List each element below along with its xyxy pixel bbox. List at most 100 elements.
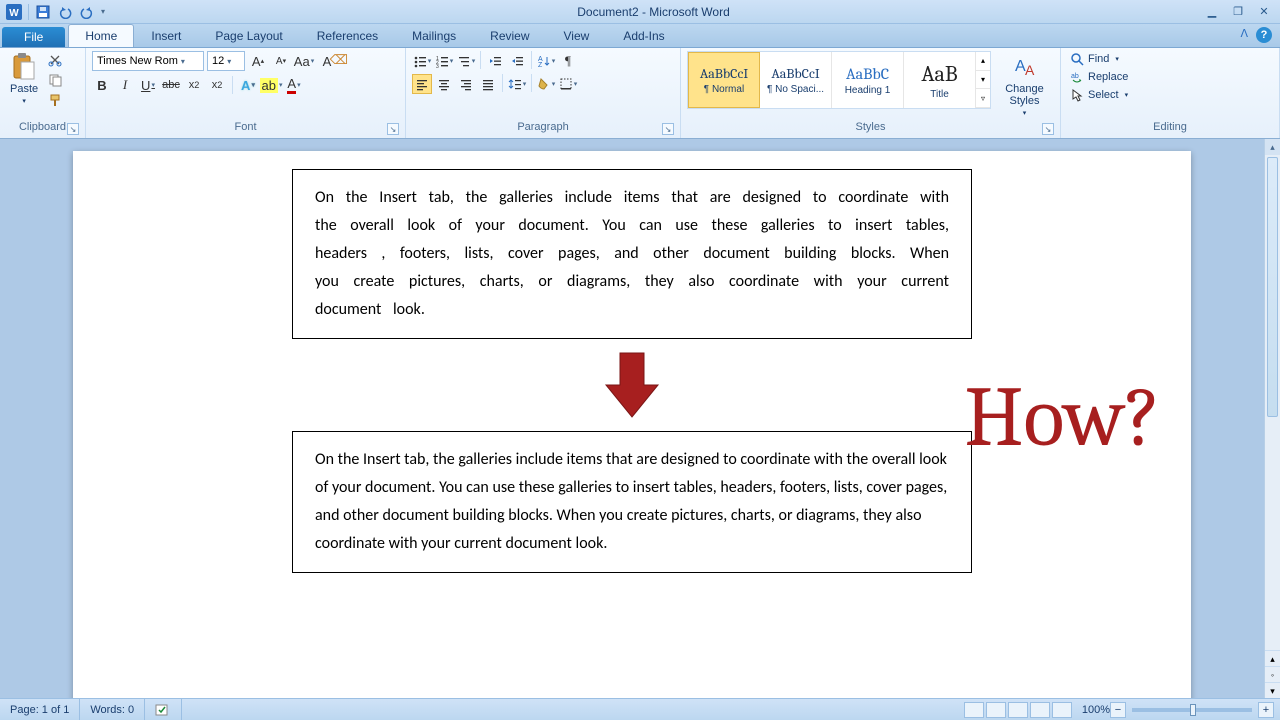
multilevel-list-button[interactable] bbox=[456, 51, 476, 71]
paste-button[interactable]: Paste ▾ bbox=[6, 51, 42, 107]
numbering-button[interactable]: 123 bbox=[434, 51, 454, 71]
svg-text:A: A bbox=[1025, 62, 1035, 78]
tab-references[interactable]: References bbox=[300, 24, 395, 47]
status-words[interactable]: Words: 0 bbox=[80, 699, 145, 720]
redo-icon[interactable] bbox=[79, 4, 95, 20]
shrink-font-button[interactable]: A▾ bbox=[271, 51, 291, 71]
align-left-button[interactable] bbox=[412, 74, 432, 94]
undo-icon[interactable] bbox=[57, 4, 73, 20]
justify-button[interactable] bbox=[478, 74, 498, 94]
tab-mailings[interactable]: Mailings bbox=[395, 24, 473, 47]
editing-group-label: Editing bbox=[1067, 120, 1273, 136]
show-marks-button[interactable]: ¶ bbox=[558, 51, 578, 71]
outline-view[interactable] bbox=[1030, 702, 1050, 718]
down-arrow-shape bbox=[602, 349, 662, 421]
gallery-up[interactable]: ▴ bbox=[976, 52, 990, 71]
tab-review[interactable]: Review bbox=[473, 24, 546, 47]
replace-icon: ab bbox=[1070, 70, 1084, 84]
subscript-button[interactable]: x2 bbox=[184, 75, 204, 95]
status-page[interactable]: Page: 1 of 1 bbox=[0, 699, 80, 720]
zoom-in-button[interactable]: + bbox=[1258, 702, 1274, 718]
bullets-button[interactable] bbox=[412, 51, 432, 71]
font-name-combo[interactable]: Times New Rom▾ bbox=[92, 51, 204, 71]
word-app-icon: W bbox=[6, 4, 22, 20]
browse-object-button[interactable]: ◦ bbox=[1265, 666, 1280, 682]
underline-button[interactable]: U bbox=[138, 75, 158, 95]
decrease-indent-button[interactable] bbox=[485, 51, 505, 71]
styles-launcher[interactable]: ↘ bbox=[1042, 123, 1054, 135]
cut-icon[interactable] bbox=[46, 51, 64, 69]
align-center-button[interactable] bbox=[434, 74, 454, 94]
scroll-up-button[interactable]: ▴ bbox=[1265, 139, 1280, 155]
vertical-scrollbar[interactable]: ▴ ▴ ◦ ▾ bbox=[1264, 139, 1280, 698]
zoom-out-button[interactable]: − bbox=[1110, 702, 1126, 718]
print-layout-view[interactable] bbox=[964, 702, 984, 718]
prev-page-button[interactable]: ▴ bbox=[1265, 650, 1280, 666]
tab-page-layout[interactable]: Page Layout bbox=[198, 24, 299, 47]
close-button[interactable]: ✕ bbox=[1256, 5, 1272, 19]
minimize-ribbon-icon[interactable]: ᐱ bbox=[1240, 27, 1248, 43]
clipboard-group-label: Clipboard↘ bbox=[6, 120, 79, 136]
bold-button[interactable]: B bbox=[92, 75, 112, 95]
document-area[interactable]: On the Insert tab, the galleries include… bbox=[0, 139, 1264, 698]
font-group-label: Font↘ bbox=[92, 120, 399, 136]
svg-text:Z: Z bbox=[538, 62, 543, 68]
style-normal[interactable]: AaBbCcI¶ Normal bbox=[688, 52, 760, 108]
font-color-button[interactable]: A bbox=[284, 75, 304, 95]
font-launcher[interactable]: ↘ bbox=[387, 123, 399, 135]
minimize-button[interactable]: ▁ bbox=[1204, 5, 1220, 19]
grow-font-button[interactable]: A▴ bbox=[248, 51, 268, 71]
web-layout-view[interactable] bbox=[1008, 702, 1028, 718]
styles-gallery[interactable]: AaBbCcI¶ Normal AaBbCcI¶ No Spaci... AaB… bbox=[687, 51, 991, 109]
style-no-spacing[interactable]: AaBbCcI¶ No Spaci... bbox=[760, 52, 832, 108]
replace-button[interactable]: abReplace bbox=[1067, 69, 1131, 85]
clear-formatting-button[interactable]: A⌫ bbox=[317, 51, 337, 71]
tab-add-ins[interactable]: Add-Ins bbox=[606, 24, 681, 47]
align-right-button[interactable] bbox=[456, 74, 476, 94]
sort-button[interactable]: AZ bbox=[536, 51, 556, 71]
overlay-how-text: How? bbox=[964, 369, 1161, 467]
text-effects-button[interactable]: A bbox=[238, 75, 258, 95]
superscript-button[interactable]: x2 bbox=[207, 75, 227, 95]
borders-button[interactable] bbox=[558, 74, 578, 94]
zoom-level[interactable]: 100% bbox=[1082, 704, 1110, 716]
svg-text:ab: ab bbox=[1071, 73, 1079, 80]
clipboard-launcher[interactable]: ↘ bbox=[67, 123, 79, 135]
style-heading1[interactable]: AaBbCHeading 1 bbox=[832, 52, 904, 108]
copy-icon[interactable] bbox=[46, 71, 64, 89]
gallery-more[interactable]: ▿ bbox=[976, 89, 990, 108]
paragraph-launcher[interactable]: ↘ bbox=[662, 123, 674, 135]
paragraph-group-label: Paragraph↘ bbox=[412, 120, 674, 136]
highlight-button[interactable]: ab bbox=[261, 75, 281, 95]
change-styles-button[interactable]: AA Change Styles ▾ bbox=[995, 51, 1054, 119]
full-screen-view[interactable] bbox=[986, 702, 1006, 718]
gallery-down[interactable]: ▾ bbox=[976, 71, 990, 90]
text-box-justified: On the Insert tab, the galleries include… bbox=[292, 169, 972, 339]
format-painter-icon[interactable] bbox=[46, 91, 64, 109]
help-icon[interactable]: ? bbox=[1256, 27, 1272, 43]
shading-button[interactable] bbox=[536, 74, 556, 94]
restore-button[interactable]: ❐ bbox=[1230, 5, 1246, 19]
find-button[interactable]: Find▾ bbox=[1067, 51, 1131, 67]
line-spacing-button[interactable] bbox=[507, 74, 527, 94]
italic-button[interactable]: I bbox=[115, 75, 135, 95]
draft-view[interactable] bbox=[1052, 702, 1072, 718]
style-title[interactable]: AaBTitle bbox=[904, 52, 976, 108]
styles-group-label: Styles↘ bbox=[687, 120, 1054, 136]
next-page-button[interactable]: ▾ bbox=[1265, 682, 1280, 698]
window-title: Document2 - Microsoft Word bbox=[111, 5, 1196, 19]
status-proofing[interactable] bbox=[145, 699, 182, 720]
file-tab[interactable]: File bbox=[2, 27, 65, 47]
tab-home[interactable]: Home bbox=[68, 24, 134, 47]
select-button[interactable]: Select▾ bbox=[1067, 87, 1131, 103]
save-icon[interactable] bbox=[35, 4, 51, 20]
font-size-combo[interactable]: 12▾ bbox=[207, 51, 245, 71]
scroll-thumb[interactable] bbox=[1267, 157, 1278, 417]
change-case-button[interactable]: Aa bbox=[294, 51, 314, 71]
tab-insert[interactable]: Insert bbox=[134, 24, 198, 47]
tab-view[interactable]: View bbox=[547, 24, 607, 47]
zoom-slider[interactable] bbox=[1132, 708, 1252, 712]
strikethrough-button[interactable]: abc bbox=[161, 75, 181, 95]
increase-indent-button[interactable] bbox=[507, 51, 527, 71]
svg-text:W: W bbox=[9, 8, 19, 19]
